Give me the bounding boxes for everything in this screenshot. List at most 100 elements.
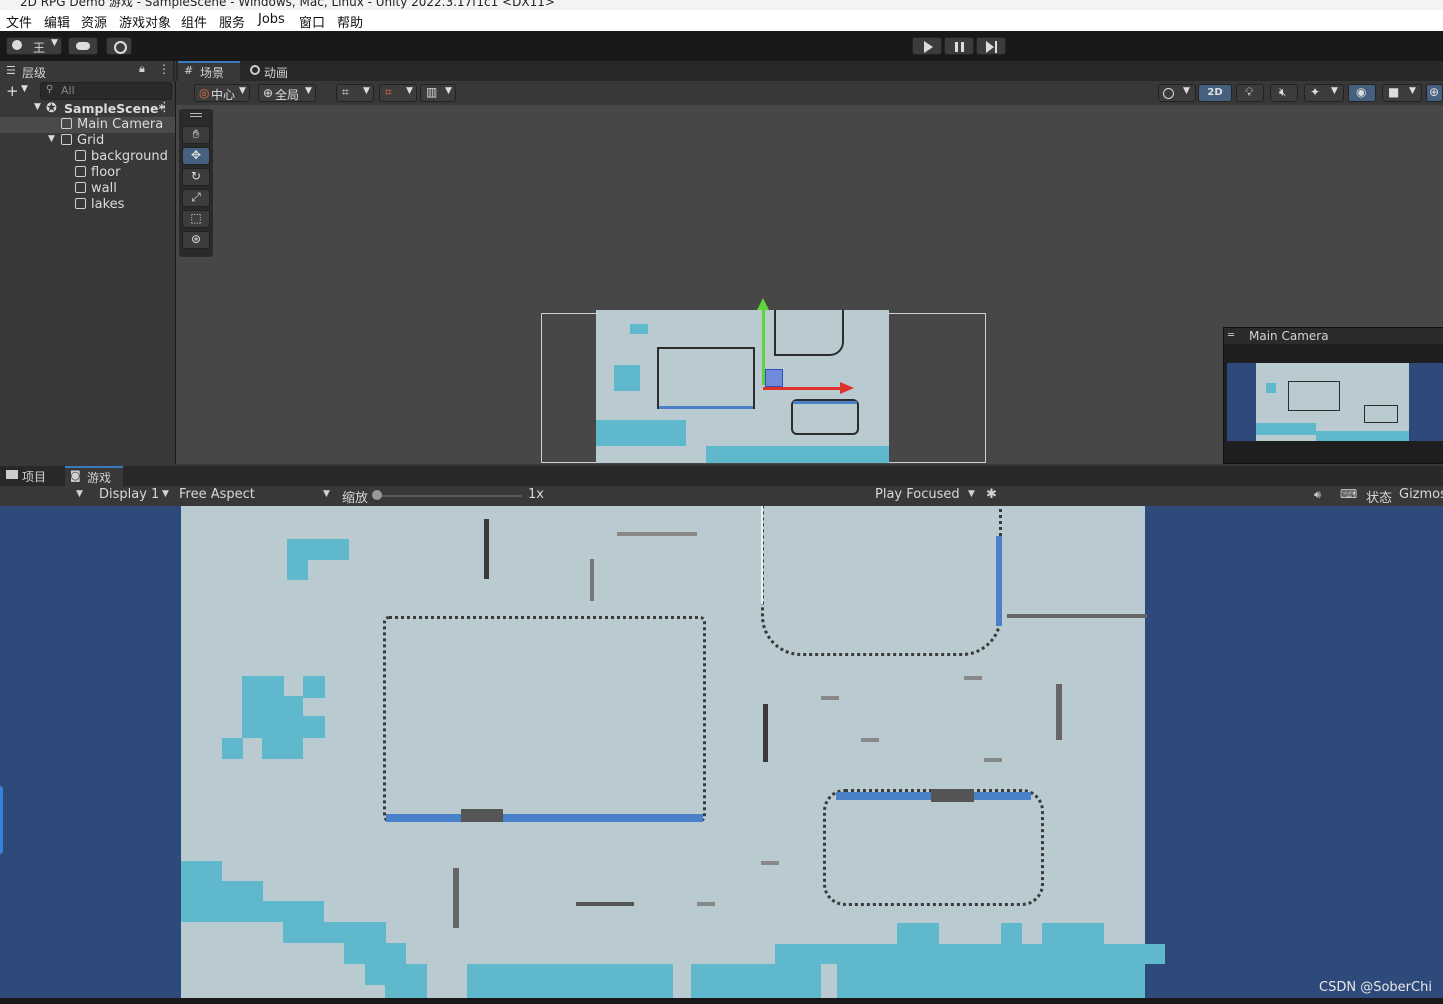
tab-animation[interactable]: 动画 — [244, 61, 304, 81]
scale-slider[interactable] — [376, 495, 522, 497]
hierarchy-item-main-camera[interactable]: Main Camera — [0, 117, 175, 133]
collab-button[interactable] — [106, 37, 132, 55]
hierarchy-item-grid[interactable]: ▼ Grid — [0, 133, 175, 149]
chevron-down-icon[interactable]: ▼ — [48, 134, 55, 144]
menu-gameobject[interactable]: 游戏对象 — [119, 12, 171, 31]
hierarchy-item-scene[interactable]: ▼ ✪ SampleScene* ⋮ — [0, 100, 175, 117]
camera-settings-dropdown[interactable]: ■ ▼ — [1382, 84, 1422, 102]
menu-edit[interactable]: 编辑 — [44, 12, 70, 31]
more-options-icon[interactable]: ⋮ — [158, 100, 171, 115]
rect-tool-button[interactable]: ⬚ — [182, 210, 210, 228]
keyboard-icon[interactable]: ⌨ — [1340, 487, 1357, 501]
draw-mode-dropdown[interactable]: ▼ — [1158, 84, 1196, 102]
scale-tool-button[interactable]: ⤢ — [182, 189, 210, 207]
gizmos-button[interactable]: Gizmos — [1399, 487, 1443, 502]
gameobject-icon — [75, 150, 86, 161]
step-icon — [986, 41, 994, 53]
gear-icon — [114, 41, 127, 54]
aspect-label: Free Aspect — [179, 487, 255, 502]
menu-window[interactable]: 窗口 — [299, 12, 325, 31]
x-axis-handle[interactable] — [763, 387, 843, 390]
side-indicator — [0, 786, 3, 854]
camera-preview-image — [1227, 363, 1443, 441]
x-arrow-icon[interactable] — [840, 382, 854, 394]
pause-icon — [955, 42, 958, 52]
hierarchy-item-wall[interactable]: wall — [0, 181, 175, 197]
chevron-down-icon[interactable]: ▼ — [34, 102, 41, 112]
scene-viewport[interactable]: ✋︎ ✥ ↻ ⤢ ⬚ ⊛ ═ Main Camera — [176, 105, 1443, 464]
global-mode-dropdown[interactable]: ⊕ 全局 ▼ — [258, 84, 316, 102]
menu-file[interactable]: 文件 — [6, 12, 32, 31]
tab-project-label: 项目 — [22, 470, 47, 484]
menu-component[interactable]: 组件 — [181, 12, 207, 31]
grid-snap-button[interactable]: ⌗ ▼ — [336, 84, 374, 102]
game-toolbar: ▼ Display 1 ▼ Free Aspect ▼ 缩放 1x Play F… — [0, 486, 1443, 507]
menu-jobs[interactable]: Jobs — [258, 12, 285, 27]
shading-icon — [1163, 88, 1174, 99]
hidden-eye-icon: ◉ — [1356, 85, 1367, 99]
drag-handle-icon[interactable] — [190, 113, 202, 117]
rect-icon: ⬚ — [190, 211, 202, 225]
transform-tool-button[interactable]: ⊛ — [182, 231, 210, 249]
hierarchy-item-lakes[interactable]: lakes — [0, 197, 175, 213]
stats-button[interactable]: 状态 — [1366, 487, 1392, 506]
gizmos-toggle[interactable]: ⊕ — [1426, 84, 1443, 102]
play-mode-dropdown[interactable]: Play Focused ▼ — [872, 486, 980, 506]
more-options-icon[interactable]: ⋮ — [158, 62, 170, 76]
move-tool-button[interactable]: ✥ — [182, 147, 210, 165]
xy-plane-handle[interactable] — [765, 369, 783, 387]
drag-handle-icon[interactable]: ═ — [1228, 330, 1234, 341]
tab-hierarchy[interactable]: ☰ 层级 🔒︎ ⋮ — [0, 61, 173, 81]
rotate-icon: ↻ — [190, 169, 202, 183]
cloud-button[interactable] — [68, 37, 98, 55]
list-icon: ☰ — [6, 64, 16, 77]
chevron-down-icon[interactable]: ▼ — [76, 489, 83, 499]
lighting-toggle[interactable]: 💡︎ — [1236, 84, 1264, 102]
y-arrow-icon[interactable] — [757, 298, 769, 310]
item-label: background — [91, 149, 168, 164]
speaker-icon[interactable]: 🔊︎ — [1314, 488, 1321, 502]
game-viewport[interactable]: CSDN @SoberChi — [0, 506, 1443, 998]
gameobject-icon — [75, 166, 86, 177]
effects-dropdown[interactable]: ✦ ▼ — [1304, 84, 1344, 102]
pause-button[interactable] — [944, 37, 974, 55]
tab-game[interactable]: ◙ 游戏 — [65, 466, 123, 486]
display-dropdown[interactable]: Display 1 ▼ — [92, 486, 174, 506]
menu-help[interactable]: 帮助 — [337, 12, 363, 31]
pivot-mode-dropdown[interactable]: ◎ 中心 ▼ — [194, 84, 250, 102]
tab-scene[interactable]: # 场景 — [178, 61, 240, 81]
tab-game-label: 游戏 — [87, 471, 112, 485]
scene-visibility-toggle[interactable]: ◉ — [1348, 84, 1376, 102]
chevron-down-icon[interactable]: ▼ — [21, 84, 28, 94]
mode-2d-toggle[interactable]: 2D — [1198, 84, 1232, 102]
increment-snap-button[interactable]: ⌗ ▼ — [379, 84, 417, 102]
lock-icon[interactable]: 🔒︎ — [139, 62, 145, 76]
status-bar — [0, 998, 1443, 1004]
menu-assets[interactable]: 资源 — [81, 12, 107, 31]
add-icon[interactable]: + — [6, 82, 19, 100]
bug-icon[interactable]: ✱ — [986, 487, 997, 502]
camera-preview-title: Main Camera — [1249, 329, 1329, 343]
hierarchy-search-field[interactable]: ⚲ All — [40, 82, 172, 100]
pivot-icon: ◎ — [199, 86, 210, 100]
rotate-tool-button[interactable]: ↻ — [182, 168, 210, 186]
play-icon — [924, 41, 933, 53]
play-button[interactable] — [912, 37, 942, 55]
item-label: lakes — [91, 197, 125, 212]
scale-slider-thumb[interactable] — [372, 490, 382, 500]
aspect-dropdown[interactable]: Free Aspect ▼ — [175, 486, 335, 506]
hierarchy-item-background[interactable]: background — [0, 149, 175, 165]
hand-tool-button[interactable]: ✋︎ — [182, 126, 210, 144]
hierarchy-item-floor[interactable]: floor — [0, 165, 175, 181]
tab-project[interactable]: 项目 — [0, 466, 60, 486]
audio-toggle[interactable]: 🔇︎ — [1270, 84, 1298, 102]
scale-label: 缩放 — [342, 491, 369, 506]
gizmo-icon: ⊕ — [1429, 85, 1440, 99]
hand-icon: ✋︎ — [192, 127, 200, 141]
account-dropdown[interactable]: 王 ▼ — [6, 37, 62, 55]
grid-visibility-button[interactable]: ▥ ▼ — [420, 84, 456, 102]
scene-name: SampleScene* — [64, 101, 165, 116]
gameobject-icon — [75, 182, 86, 193]
step-button[interactable] — [976, 37, 1006, 55]
menu-services[interactable]: 服务 — [219, 12, 245, 31]
